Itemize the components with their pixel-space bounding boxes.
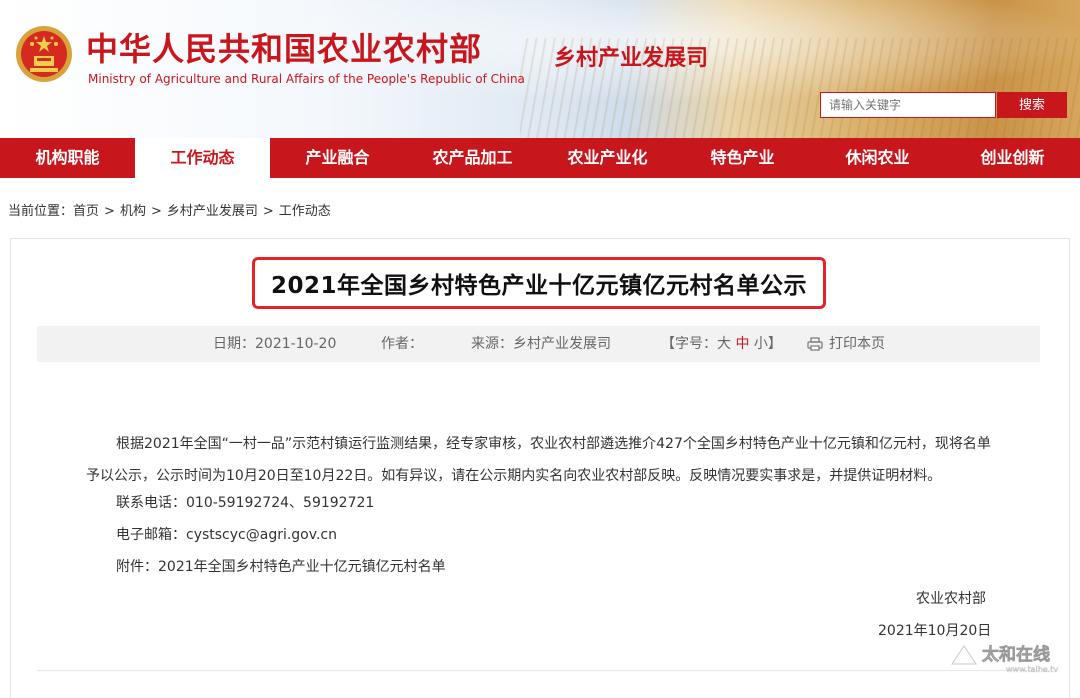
nav-item-entrepreneurship[interactable]: 创业创新 — [945, 138, 1080, 178]
article-date: 日期：2021-10-20 — [213, 336, 337, 352]
main-nav: 机构职能 工作动态 产业融合 农产品加工 农业产业化 特色产业 休闲农业 创业创… — [0, 138, 1080, 178]
site-title[interactable]: 中华人民共和国农业农村部 — [86, 24, 482, 70]
printer-icon — [807, 337, 823, 351]
print-label: 打印本页 — [829, 336, 885, 352]
breadcrumb-prefix: 当前位置： — [8, 204, 74, 219]
font-size-large-link[interactable]: 大 — [717, 336, 731, 352]
watermark-domain: www.taihe.tv — [1006, 665, 1058, 674]
font-size-small-link[interactable]: 小 — [754, 336, 768, 352]
signature-org: 农业农村部 — [916, 591, 986, 607]
font-size-label: 【字号： — [661, 336, 717, 352]
font-size-medium-link[interactable]: 中 — [735, 336, 749, 352]
site-subtitle: Ministry of Agriculture and Rural Affair… — [88, 72, 525, 86]
nav-item-specialty-industry[interactable]: 特色产业 — [675, 138, 810, 178]
watermark-logo: 太和在线 www.taihe.tv — [946, 636, 1076, 676]
contact-email: 电子邮箱：cystscyc@agri.gov.cn — [116, 527, 337, 543]
article-paragraph: 根据2021年全国“一村一品”示范村镇运行监测结果，经专家审核，农业农村部遴选推… — [86, 436, 991, 484]
font-size-end: 】 — [767, 336, 782, 352]
print-page-button[interactable]: 打印本页 — [807, 326, 885, 362]
search-button[interactable]: 搜索 — [997, 92, 1067, 118]
breadcrumb: 当前位置：首页 > 机构 > 乡村产业发展司 > 工作动态 — [8, 200, 331, 219]
nav-item-agri-processing[interactable]: 农产品加工 — [405, 138, 540, 178]
article-title: 2021年全国乡村特色产业十亿元镇亿元村名单公示 — [270, 273, 807, 299]
breadcrumb-separator: > — [262, 204, 274, 219]
font-size-control: 【字号：大 中 小】 — [661, 326, 782, 362]
breadcrumb-department[interactable]: 乡村产业发展司 — [167, 200, 258, 219]
breadcrumb-separator: > — [150, 204, 162, 219]
department-name[interactable]: 乡村产业发展司 — [554, 40, 708, 72]
divider — [37, 670, 1040, 671]
nav-item-leisure-agriculture[interactable]: 休闲农业 — [810, 138, 945, 178]
nav-item-work-news[interactable]: 工作动态 — [135, 138, 270, 178]
article-title-highlight: 2021年全国乡村特色产业十亿元镇亿元村名单公示 — [252, 257, 826, 309]
breadcrumb-org[interactable]: 机构 — [120, 200, 146, 219]
watermark-icon: 太和在线 www.taihe.tv — [949, 643, 1059, 674]
article-source: 来源：乡村产业发展司 — [471, 336, 611, 352]
nav-item-industry-integration[interactable]: 产业融合 — [270, 138, 405, 178]
national-emblem-icon[interactable] — [14, 24, 74, 84]
nav-item-org-functions[interactable]: 机构职能 — [0, 138, 135, 178]
contact-phone: 联系电话：010-59192724、59192721 — [116, 495, 375, 511]
nav-item-agri-industrialization[interactable]: 农业产业化 — [540, 138, 675, 178]
article-meta-bar: 日期：2021-10-20 作者： 来源：乡村产业发展司 【字号：大 中 小】 … — [37, 326, 1040, 362]
article-author: 作者： — [381, 336, 423, 352]
breadcrumb-work-news[interactable]: 工作动态 — [279, 200, 331, 219]
breadcrumb-home[interactable]: 首页 — [73, 200, 99, 219]
attachment-link[interactable]: 附件：2021年全国乡村特色产业十亿元镇亿元村名单 — [116, 556, 446, 576]
watermark-text: 太和在线 — [982, 644, 1050, 665]
search-input[interactable] — [820, 92, 996, 118]
breadcrumb-separator: > — [104, 204, 115, 219]
